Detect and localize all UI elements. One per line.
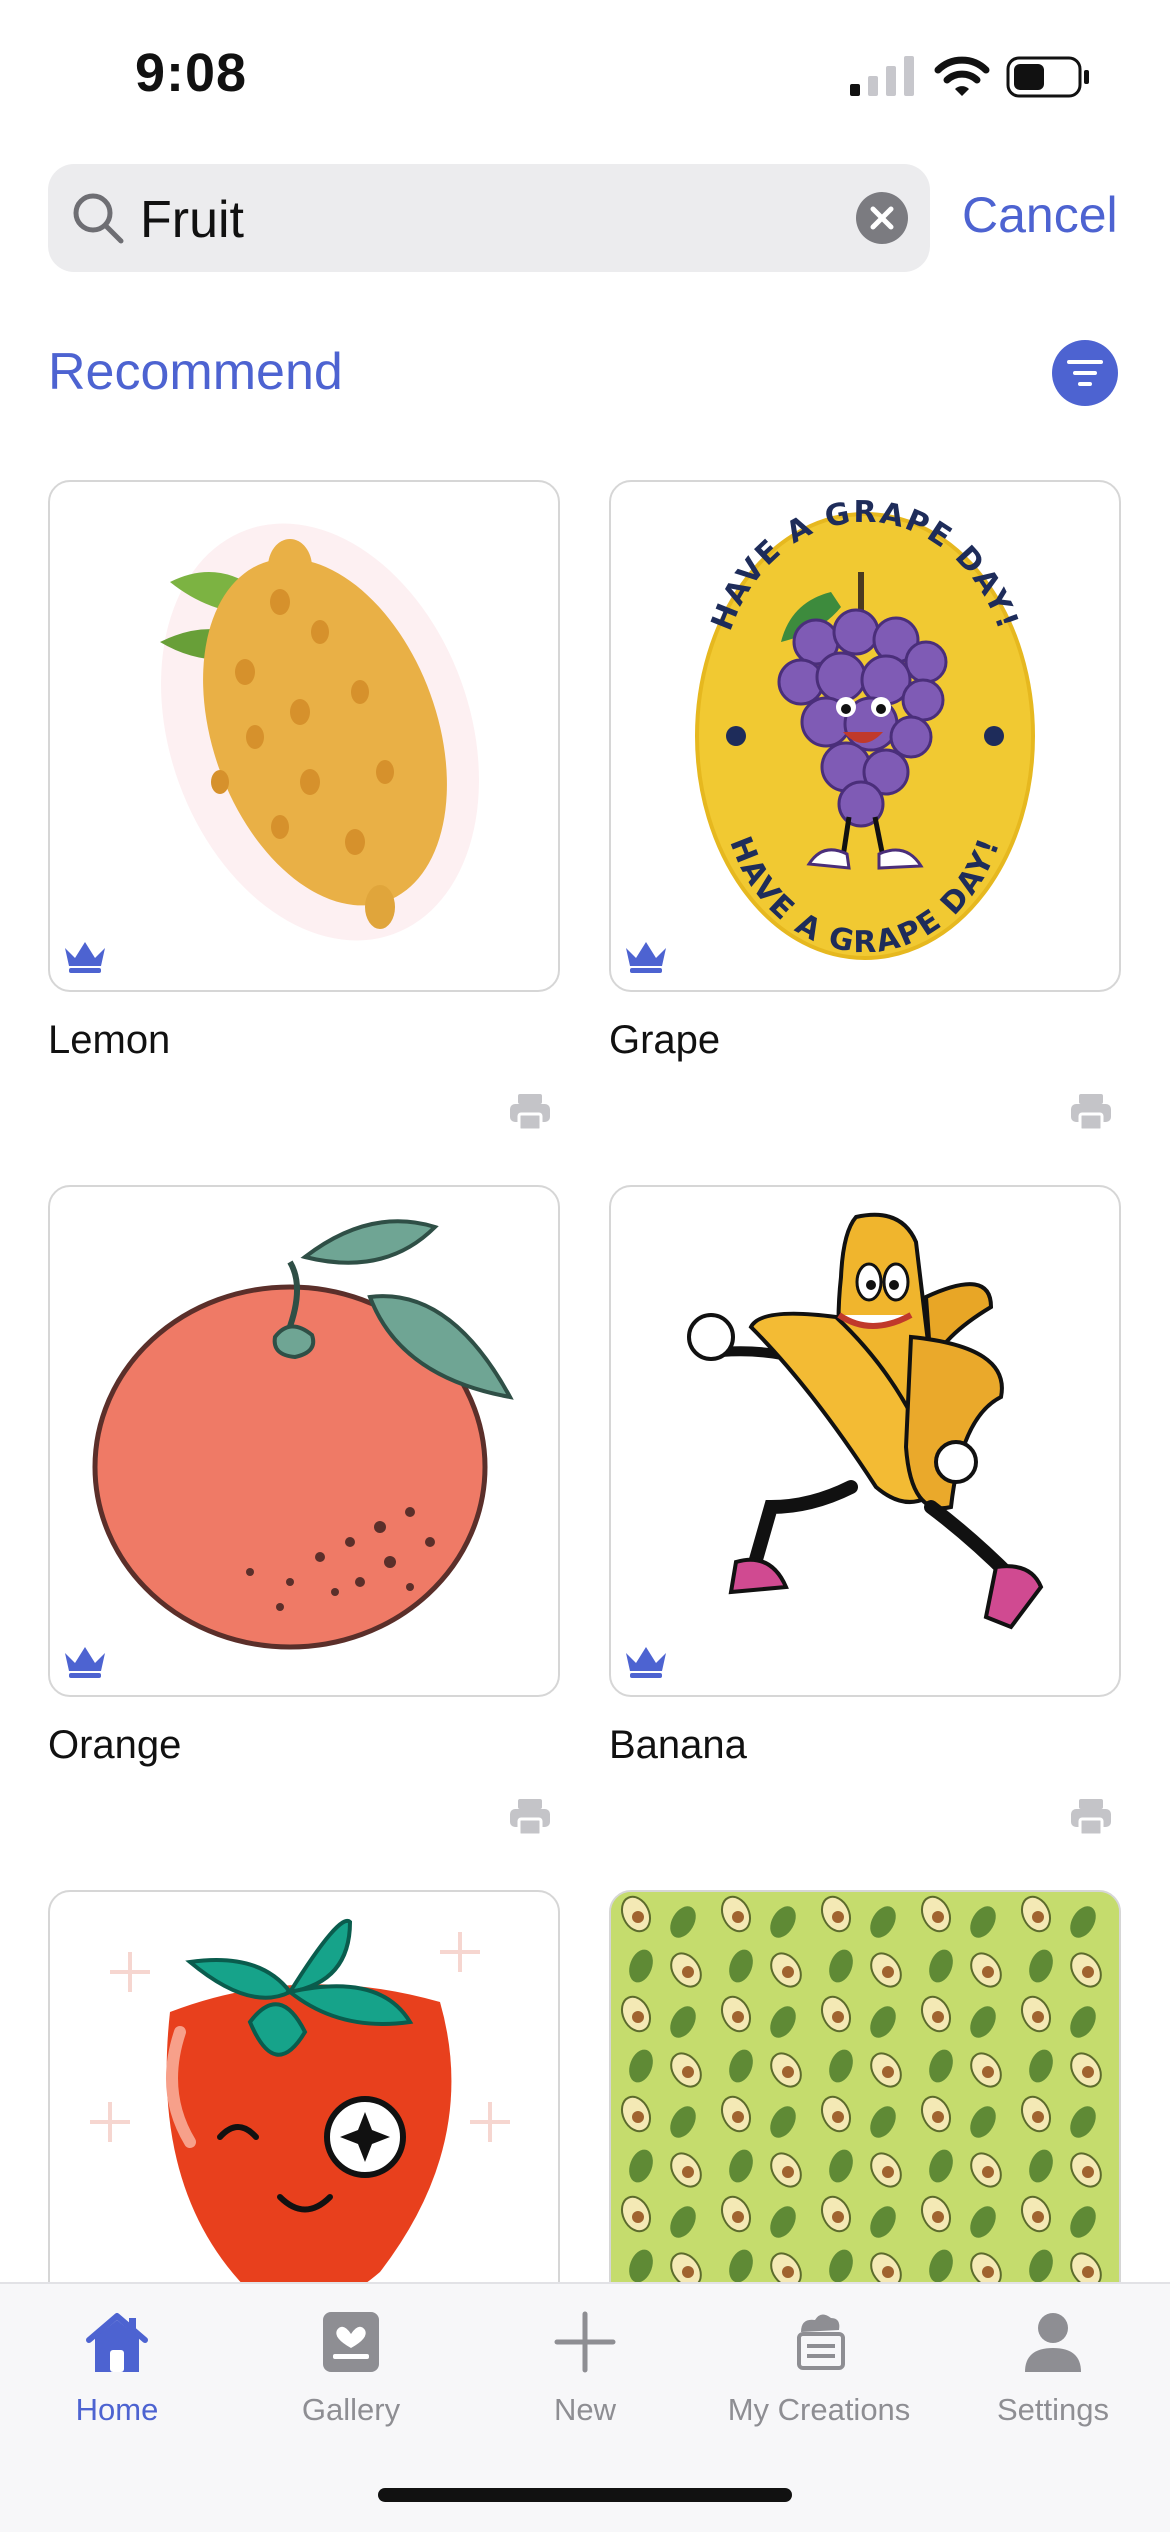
crown-icon xyxy=(65,1647,105,1678)
sticker-thumbnail[interactable] xyxy=(48,1185,560,1697)
tab-label: Settings xyxy=(996,2392,1109,2427)
person-icon xyxy=(1025,2313,1081,2372)
tab-label: Gallery xyxy=(301,2392,401,2427)
plus-icon xyxy=(554,2311,616,2373)
screen: 9:08 Fruit Cancel Recommend Lemon HAVE A… xyxy=(0,0,1170,2532)
sticker-thumbnail[interactable] xyxy=(609,1185,1121,1697)
status-bar: 9:08 xyxy=(0,0,1170,150)
premium-badge xyxy=(56,928,114,980)
search-icon xyxy=(73,193,124,244)
cellular-signal-icon xyxy=(850,56,914,96)
tab-label: Home xyxy=(75,2392,159,2427)
cancel-button[interactable]: Cancel xyxy=(962,186,1118,244)
battery-icon xyxy=(1006,56,1089,98)
premium-badge xyxy=(56,1633,114,1685)
home-icon xyxy=(86,2313,148,2372)
sticker-title: Lemon xyxy=(48,1018,171,1062)
sticker-card-banana[interactable]: Banana xyxy=(609,1185,1121,1837)
sticker-card-orange[interactable]: Orange xyxy=(48,1185,560,1837)
premium-badge xyxy=(617,1633,675,1685)
sticker-thumbnail[interactable]: HAVE A GRAPE DAY! HAVE A GRAPE DAY! xyxy=(609,480,1121,992)
gallery-icon xyxy=(323,2312,379,2372)
banana-illustration xyxy=(687,1212,1044,1630)
orange-illustration xyxy=(92,1219,514,1650)
filter-button[interactable] xyxy=(1052,340,1118,406)
sticker-title: Grape xyxy=(609,1018,721,1062)
tab-settings[interactable]: Settings xyxy=(936,2284,1170,2464)
status-time: 9:08 xyxy=(135,43,248,103)
search-input[interactable]: Fruit xyxy=(48,164,930,272)
tab-home[interactable]: Home xyxy=(0,2284,234,2464)
clear-search-icon[interactable] xyxy=(856,192,908,244)
sticker-card-grape[interactable]: HAVE A GRAPE DAY! HAVE A GRAPE DAY! Grap… xyxy=(609,480,1121,1132)
print-icon[interactable] xyxy=(508,1092,552,1132)
home-indicator xyxy=(378,2488,792,2502)
section-title: Recommend xyxy=(48,343,343,401)
wifi-icon xyxy=(934,56,990,96)
tab-label: My Creations xyxy=(727,2392,911,2427)
creations-icon xyxy=(797,2314,845,2370)
print-icon[interactable] xyxy=(508,1797,552,1837)
crown-icon xyxy=(65,942,105,973)
tab-my-creations[interactable]: My Creations xyxy=(702,2284,936,2464)
sticker-card-lemon[interactable]: Lemon xyxy=(48,480,560,1132)
filter-icon xyxy=(1067,360,1103,386)
crown-icon xyxy=(626,1647,666,1678)
sticker-title: Banana xyxy=(609,1723,747,1767)
grape-illustration: HAVE A GRAPE DAY! HAVE A GRAPE DAY! xyxy=(695,495,1035,960)
sticker-title: Orange xyxy=(48,1723,182,1767)
search-value[interactable]: Fruit xyxy=(140,190,244,250)
tab-new[interactable]: New xyxy=(468,2284,702,2464)
tab-label: New xyxy=(553,2392,616,2427)
print-icon[interactable] xyxy=(1069,1797,1113,1837)
sticker-thumbnail[interactable] xyxy=(48,480,560,992)
tab-gallery[interactable]: Gallery xyxy=(234,2284,468,2464)
crown-icon xyxy=(626,942,666,973)
premium-badge xyxy=(617,928,675,980)
print-icon[interactable] xyxy=(1069,1092,1113,1132)
lemon-illustration xyxy=(160,523,479,941)
